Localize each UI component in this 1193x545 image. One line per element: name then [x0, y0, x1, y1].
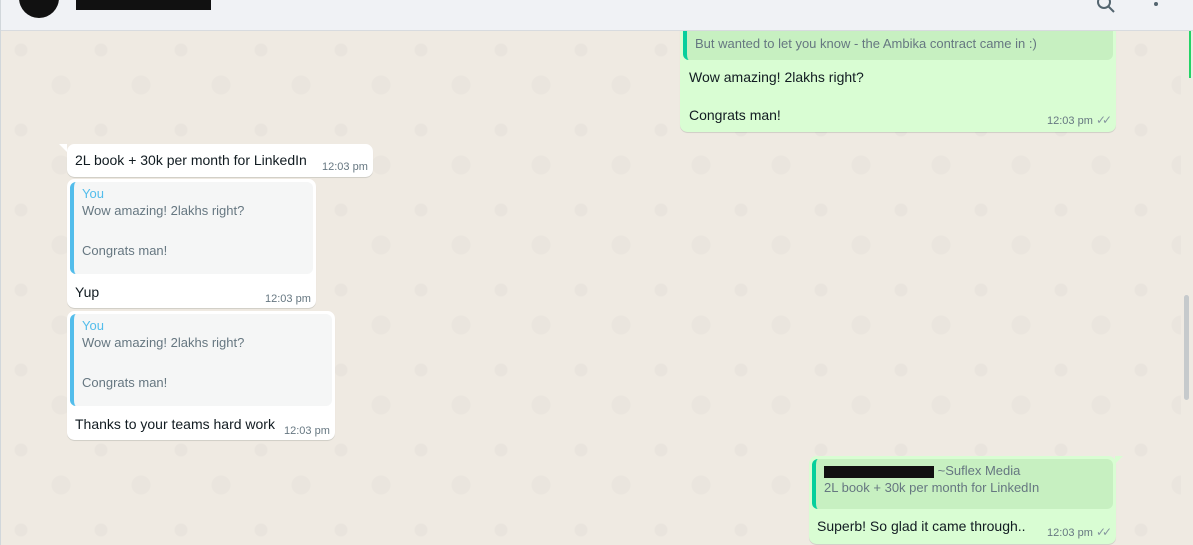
message-time: 12:03 pm: [1047, 527, 1093, 539]
contact-name-redacted[interactable]: [76, 0, 211, 10]
incoming-message[interactable]: You Wow amazing! 2lakhs right? Congrats …: [67, 179, 316, 308]
quoted-message[interactable]: You Wow amazing! 2lakhs right? Congrats …: [70, 182, 313, 274]
quoted-text: But wanted to let you know - the Ambika …: [695, 36, 1037, 51]
quoted-author-line: ~Suflex Media: [824, 463, 1105, 478]
search-icon[interactable]: [1096, 0, 1116, 19]
quoted-author-suffix: ~Suflex Media: [937, 463, 1021, 478]
message-text: 2L book + 30k per month for LinkedIn: [75, 152, 307, 168]
message-text: Superb! So glad it came through..: [817, 518, 1026, 534]
avatar[interactable]: [19, 0, 59, 18]
quoted-text: 2L book + 30k per month for LinkedIn: [824, 480, 1040, 495]
quoted-message[interactable]: But wanted to let you know - the Ambika …: [683, 26, 1113, 60]
quoted-message[interactable]: You Wow amazing! 2lakhs right? Congrats …: [70, 314, 332, 406]
chat-header: [1, 0, 1193, 31]
message-text: Wow amazing! 2lakhs right?: [689, 69, 864, 85]
bubble-tail: [1115, 456, 1123, 464]
quoted-message[interactable]: ~Suflex Media 2L book + 30k per month fo…: [812, 459, 1113, 509]
message-time: 12:03 pm: [265, 293, 311, 305]
unread-indicator: [1189, 30, 1191, 78]
message-text: Congrats man!: [689, 107, 781, 123]
message-time: 12:03 pm: [284, 425, 330, 437]
bubble-tail: [59, 144, 67, 152]
outgoing-message[interactable]: But wanted to let you know - the Ambika …: [680, 22, 1116, 132]
incoming-message[interactable]: You Wow amazing! 2lakhs right? Congrats …: [67, 311, 335, 440]
quoted-text: Wow amazing! 2lakhs right? Congrats man!: [82, 203, 245, 258]
read-receipt-icon: ✓✓: [1096, 113, 1112, 127]
chat-window: But wanted to let you know - the Ambika …: [0, 0, 1193, 545]
message-time: 12:03 pm: [322, 161, 368, 173]
quoted-author: You: [82, 318, 104, 333]
quoted-text: Wow amazing! 2lakhs right? Congrats man!: [82, 335, 245, 390]
quoted-author-redacted: [824, 465, 934, 478]
message-text: Thanks to your teams hard work: [75, 416, 275, 432]
quoted-author: You: [82, 186, 104, 201]
outgoing-message[interactable]: ~Suflex Media 2L book + 30k per month fo…: [809, 456, 1116, 544]
read-receipt-icon: ✓✓: [1096, 525, 1112, 539]
scrollbar-thumb[interactable]: [1184, 295, 1189, 400]
message-time: 12:03 pm: [1047, 115, 1093, 127]
kebab-menu-icon[interactable]: [1151, 0, 1161, 19]
message-text: Yup: [75, 284, 100, 300]
incoming-message[interactable]: 2L book + 30k per month for LinkedIn 12:…: [67, 144, 373, 177]
